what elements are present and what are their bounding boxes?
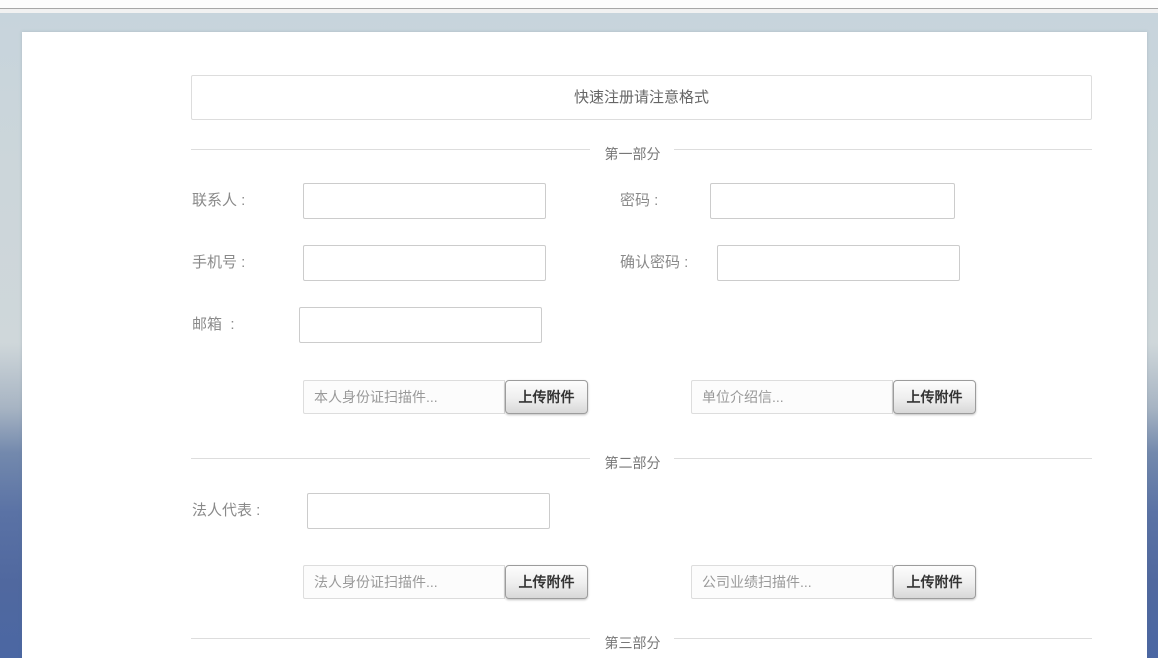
email-input[interactable] bbox=[299, 307, 542, 343]
confirm-password-label: 确认密码 : bbox=[620, 245, 688, 281]
form-row-phone-confirm: 手机号 : 确认密码 : bbox=[191, 245, 1092, 281]
email-label: 邮箱 : bbox=[192, 307, 235, 343]
legal-rep-label: 法人代表 : bbox=[192, 493, 260, 529]
browser-chrome-strip bbox=[0, 0, 1158, 13]
legal-rep-input[interactable] bbox=[307, 493, 550, 529]
password-input[interactable] bbox=[710, 183, 955, 219]
registration-panel: 快速注册请注意格式 第一部分 联系人 : 密码 : 手机号 : 确认密码 : 邮… bbox=[22, 32, 1147, 658]
upload-legal-id-scan-button[interactable]: 上传附件 bbox=[505, 565, 588, 599]
contact-input[interactable] bbox=[303, 183, 546, 219]
confirm-password-input[interactable] bbox=[717, 245, 960, 281]
section-divider-part2: 第二部分 bbox=[191, 458, 1092, 459]
phone-label: 手机号 : bbox=[192, 245, 245, 281]
upload-intro-letter: 上传附件 bbox=[691, 380, 976, 414]
upload-row-part2: 上传附件 上传附件 bbox=[191, 565, 1092, 599]
password-label: 密码 : bbox=[620, 183, 658, 219]
upload-legal-id-scan: 上传附件 bbox=[303, 565, 588, 599]
section-label-part2: 第二部分 bbox=[590, 453, 674, 473]
upload-id-scan-button[interactable]: 上传附件 bbox=[505, 380, 588, 414]
upload-performance-scan-button[interactable]: 上传附件 bbox=[893, 565, 976, 599]
section-divider-part1: 第一部分 bbox=[191, 149, 1092, 150]
upload-performance-scan-filename[interactable] bbox=[691, 565, 893, 599]
upload-id-scan-filename[interactable] bbox=[303, 380, 505, 414]
upload-performance-scan: 上传附件 bbox=[691, 565, 976, 599]
contact-label: 联系人 : bbox=[192, 183, 245, 219]
form-row-legal-rep: 法人代表 : bbox=[191, 493, 1092, 529]
upload-id-scan: 上传附件 bbox=[303, 380, 588, 414]
section-divider-part3: 第三部分 bbox=[191, 638, 1092, 639]
upload-row-part1: 上传附件 上传附件 bbox=[191, 380, 1092, 414]
form-content: 快速注册请注意格式 第一部分 联系人 : 密码 : 手机号 : 确认密码 : 邮… bbox=[191, 32, 1092, 639]
browser-chrome-border bbox=[0, 8, 1158, 9]
upload-legal-id-scan-filename[interactable] bbox=[303, 565, 505, 599]
upload-intro-letter-button[interactable]: 上传附件 bbox=[893, 380, 976, 414]
form-row-email: 邮箱 : bbox=[191, 307, 1092, 343]
form-row-contact-password: 联系人 : 密码 : bbox=[191, 183, 1092, 219]
notice-banner: 快速注册请注意格式 bbox=[191, 75, 1092, 120]
phone-input[interactable] bbox=[303, 245, 546, 281]
section-label-part3: 第三部分 bbox=[590, 633, 674, 653]
section-label-part1: 第一部分 bbox=[590, 144, 674, 164]
upload-intro-letter-filename[interactable] bbox=[691, 380, 893, 414]
